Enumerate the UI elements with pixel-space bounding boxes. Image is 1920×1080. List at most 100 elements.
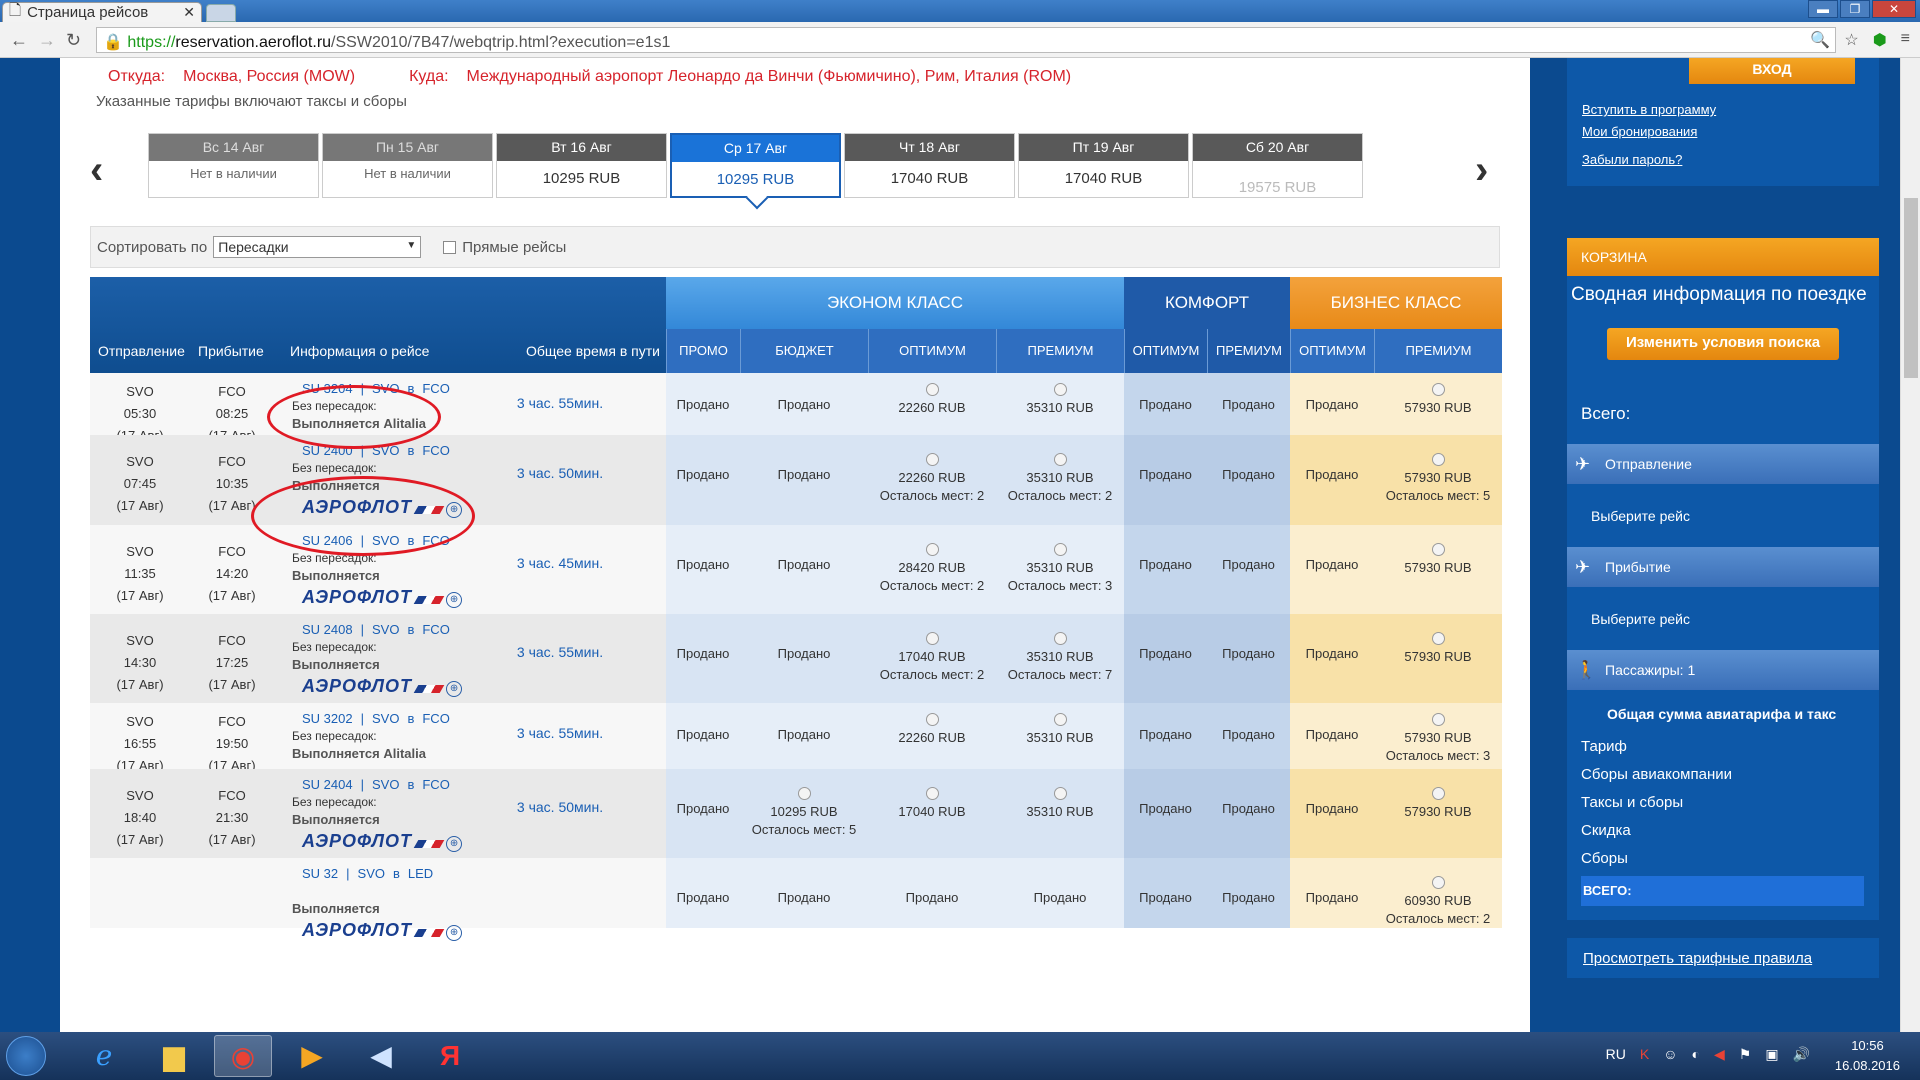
fare-cell-budget[interactable]: 10295 RUB Осталось мест: 5 bbox=[740, 787, 868, 837]
fare-cell-e-opt[interactable]: 22260 RUB Осталось мест: 2 bbox=[868, 453, 996, 503]
direct-flights-checkbox[interactable] bbox=[443, 240, 457, 254]
reload-icon[interactable]: ↻ bbox=[66, 30, 81, 51]
antivirus-icon[interactable]: K bbox=[1640, 1046, 1649, 1063]
fare-radio[interactable] bbox=[1053, 632, 1067, 645]
forward-icon[interactable]: → bbox=[38, 30, 56, 51]
passengers-section[interactable]: 🚶 Пассажиры: 1 bbox=[1567, 650, 1879, 690]
fare-radio[interactable] bbox=[1053, 713, 1067, 726]
fare-cell-e-prem[interactable]: 35310 RUB bbox=[996, 787, 1124, 819]
new-tab-button[interactable] bbox=[206, 4, 236, 22]
fare-radio[interactable] bbox=[1431, 632, 1445, 645]
fare-radio[interactable] bbox=[925, 787, 939, 800]
fare-radio[interactable] bbox=[925, 713, 939, 726]
date-option[interactable]: Вс 14 Авг Нет в наличии bbox=[148, 133, 319, 198]
date-option[interactable]: Вт 16 Авг 10295 RUB bbox=[496, 133, 667, 198]
mute-icon[interactable]: ◀ bbox=[1714, 1046, 1725, 1063]
sort-select[interactable]: Пересадки bbox=[213, 236, 422, 258]
fare-cell-e-prem[interactable]: 35310 RUB bbox=[996, 713, 1124, 745]
flight-number-link[interactable]: SU 32 bbox=[302, 866, 338, 881]
flight-number-link[interactable]: SU 3204 bbox=[302, 381, 353, 396]
fare-radio[interactable] bbox=[1431, 787, 1445, 800]
flight-number-link[interactable]: SU 2400 bbox=[302, 443, 353, 458]
folder-icon[interactable]: ▆ bbox=[145, 1035, 203, 1077]
fare-radio[interactable] bbox=[925, 543, 939, 556]
fare-cell-e-prem[interactable]: 35310 RUB Осталось мест: 2 bbox=[996, 453, 1124, 503]
fare-cell-e-opt[interactable]: 28420 RUB Осталось мест: 2 bbox=[868, 543, 996, 593]
close-window-button[interactable]: ✕ bbox=[1872, 0, 1916, 18]
scrollbar-thumb[interactable] bbox=[1904, 198, 1918, 378]
internet-explorer-icon[interactable]: ℯ bbox=[75, 1035, 133, 1077]
fare-cell-e-opt[interactable]: 17040 RUB bbox=[868, 787, 996, 819]
forgot-password-link[interactable]: Забыли пароль? bbox=[1582, 152, 1682, 167]
flight-number-link[interactable]: SU 3202 bbox=[302, 711, 353, 726]
fare-cell-b-prem[interactable]: 57930 RUB Осталось мест: 3 bbox=[1374, 713, 1502, 763]
fare-cell-e-opt[interactable]: 17040 RUB Осталось мест: 2 bbox=[868, 632, 996, 682]
volume-icon[interactable]: 🔊 bbox=[1793, 1046, 1810, 1063]
browser-tab[interactable]: 🗋 Страница рейсов ✕ bbox=[2, 2, 202, 22]
url-input[interactable]: 🔒 https://reservation.aeroflot.ru/SSW201… bbox=[96, 27, 1836, 53]
clock[interactable]: 10:56 16.08.2016 bbox=[1835, 1036, 1900, 1076]
date-option[interactable]: Чт 18 Авг 17040 RUB bbox=[844, 133, 1015, 198]
fare-cell-b-prem[interactable]: 57930 RUB bbox=[1374, 543, 1502, 575]
col-arrival: Прибытие bbox=[198, 343, 264, 359]
fare-radio[interactable] bbox=[925, 632, 939, 645]
fare-radio[interactable] bbox=[925, 383, 939, 396]
fare-radio[interactable] bbox=[1053, 383, 1067, 396]
departure-section[interactable]: ✈ Отправление bbox=[1567, 444, 1879, 484]
fare-cell-b-prem[interactable]: 57930 RUB Осталось мест: 5 bbox=[1374, 453, 1502, 503]
minimize-button[interactable]: ▬ bbox=[1808, 0, 1838, 18]
zoom-icon[interactable]: 🔍 bbox=[1810, 30, 1830, 50]
page-scrollbar[interactable] bbox=[1900, 58, 1920, 1032]
fare-cell-e-opt[interactable]: 22260 RUB bbox=[868, 713, 996, 745]
flight-number-link[interactable]: SU 2408 bbox=[302, 622, 353, 637]
fare-radio[interactable] bbox=[797, 787, 811, 800]
back-icon[interactable]: ← bbox=[10, 30, 28, 51]
fare-rules-link[interactable]: Просмотреть тарифные правила bbox=[1583, 950, 1812, 967]
media-player-icon[interactable]: ▶ bbox=[283, 1035, 341, 1077]
date-option[interactable]: Пт 19 Авг 17040 RUB bbox=[1018, 133, 1189, 198]
fare-radio[interactable] bbox=[1431, 543, 1445, 556]
maximize-button[interactable]: ❐ bbox=[1840, 0, 1870, 18]
fare-radio[interactable] bbox=[1431, 453, 1445, 466]
fare-cell-b-prem[interactable]: 60930 RUB Осталось мест: 2 bbox=[1374, 876, 1502, 926]
arrival-section[interactable]: ✈ Прибытие bbox=[1567, 547, 1879, 587]
fare-cell-b-prem[interactable]: 57930 RUB bbox=[1374, 787, 1502, 819]
date-option-selected[interactable]: Ср 17 Авг 10295 RUB bbox=[670, 133, 841, 198]
yandex-browser-icon[interactable]: Я bbox=[421, 1035, 479, 1077]
fare-radio[interactable] bbox=[1053, 787, 1067, 800]
fare-cell-b-prem[interactable]: 57930 RUB bbox=[1374, 383, 1502, 415]
language-indicator[interactable]: RU bbox=[1606, 1046, 1626, 1063]
fare-cell-b-prem[interactable]: 57930 RUB bbox=[1374, 632, 1502, 664]
next-dates-chevron-icon[interactable]: › bbox=[1475, 148, 1488, 193]
action-center-flag-icon[interactable]: ⚑ bbox=[1739, 1046, 1752, 1063]
tray-app-icon[interactable]: ☺ bbox=[1663, 1046, 1677, 1063]
fare-radio[interactable] bbox=[1053, 453, 1067, 466]
start-button[interactable] bbox=[6, 1036, 46, 1076]
fare-radio[interactable] bbox=[1431, 383, 1445, 396]
fare-cell-e-prem[interactable]: 35310 RUB bbox=[996, 383, 1124, 415]
date-option[interactable]: Сб 20 Авг 19575 RUB bbox=[1192, 133, 1363, 198]
fare-cell-e-opt[interactable]: 22260 RUB bbox=[868, 383, 996, 415]
fare-radio[interactable] bbox=[1053, 543, 1067, 556]
display-icon[interactable]: ▣ bbox=[1765, 1046, 1778, 1063]
tab-close-icon[interactable]: ✕ bbox=[183, 4, 195, 21]
join-program-link[interactable]: Вступить в программу bbox=[1582, 102, 1716, 117]
fare-cell-e-prem[interactable]: 35310 RUB Осталось мест: 3 bbox=[996, 543, 1124, 593]
prev-dates-chevron-icon[interactable]: ‹ bbox=[90, 148, 103, 193]
chrome-icon[interactable]: ◉ bbox=[214, 1035, 272, 1077]
fare-radio[interactable] bbox=[1431, 876, 1445, 889]
fare-radio[interactable] bbox=[925, 453, 939, 466]
extension-icon[interactable]: ⬢ bbox=[1873, 30, 1887, 50]
menu-icon[interactable]: ≡ bbox=[1901, 30, 1910, 50]
fare-radio[interactable] bbox=[1431, 713, 1445, 726]
flight-number-link[interactable]: SU 2404 bbox=[302, 777, 353, 792]
fare-cell-e-prem[interactable]: 35310 RUB Осталось мест: 7 bbox=[996, 632, 1124, 682]
my-bookings-link[interactable]: Мои бронирования bbox=[1582, 124, 1697, 139]
date-option[interactable]: Пн 15 Авг Нет в наличии bbox=[322, 133, 493, 198]
bookmark-star-icon[interactable]: ☆ bbox=[1844, 30, 1858, 50]
flight-number-link[interactable]: SU 2406 bbox=[302, 533, 353, 548]
speaker-app-icon[interactable]: ◀ bbox=[352, 1035, 410, 1077]
login-button[interactable]: ВХОД bbox=[1689, 58, 1855, 84]
change-search-button[interactable]: Изменить условия поиска bbox=[1607, 328, 1839, 360]
network-icon[interactable]: ◐ bbox=[1692, 1046, 1700, 1063]
